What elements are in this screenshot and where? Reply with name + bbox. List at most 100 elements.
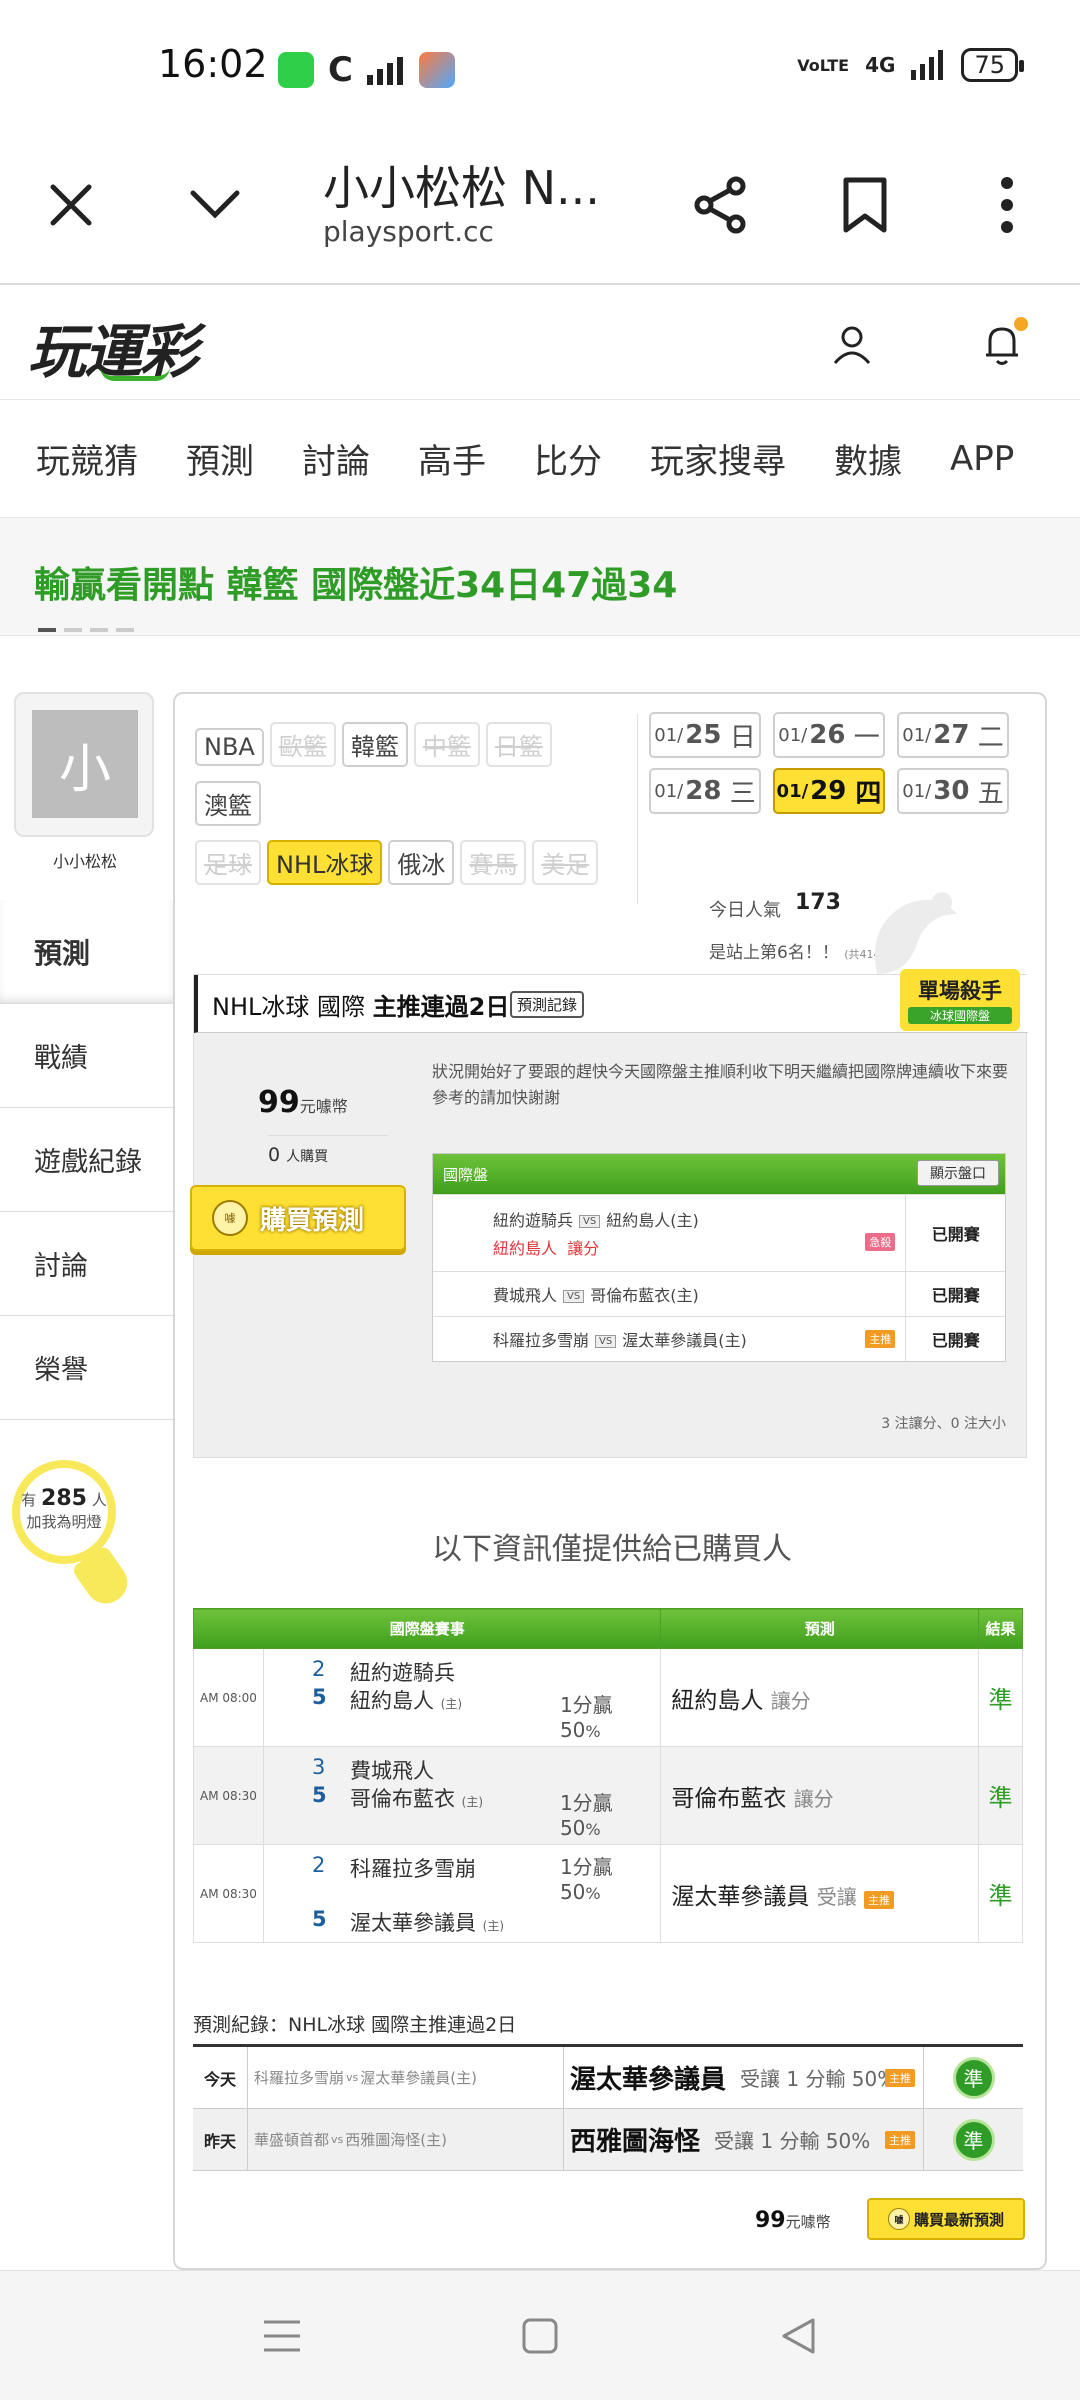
close-tab-button[interactable] <box>26 160 116 250</box>
home-square-icon <box>522 2318 558 2354</box>
notifications-button[interactable] <box>972 315 1032 375</box>
category-nhl[interactable]: NHL冰球 <box>267 840 383 885</box>
prediction-record-table: 今天 科羅拉多雪崩 vs 渥太華參議員(主) 渥太華參議員 受讓 1 分輸 50% 主推… <box>193 2044 1023 2171</box>
prediction-price: 99元噱幣 <box>258 1085 348 1120</box>
pick-cell: 渥太華參議員 受讓 主推 <box>660 1844 980 1943</box>
banner-dot[interactable] <box>64 628 82 632</box>
urgent-tag: 急殺 <box>865 1233 896 1251</box>
profile-card: 小 <box>14 692 154 837</box>
games-table-row: 紐約遊騎兵 VS 紐約島人(主) 紐約島人 讓分 急殺 已開賽 <box>433 1194 1005 1271</box>
nav-item-experts[interactable]: 高手 <box>370 434 486 483</box>
games-table-title: 國際盤 <box>443 1165 489 1184</box>
logo-swoosh <box>100 367 170 381</box>
date-0129-selected[interactable]: 01/29 四 <box>773 768 885 814</box>
game-status: 已開賽 <box>905 1195 1005 1271</box>
category-horse-racing: 賽馬 <box>460 840 527 885</box>
profile-banner: 輸贏看開點 韓籃 國際盤近34日47過34 <box>0 518 1080 636</box>
game-status: 已開賽 <box>905 1272 1005 1316</box>
browser-toolbar: 小小松松 N... playsport.cc <box>0 130 1080 285</box>
watermark-logo-icon <box>875 892 957 974</box>
single-game-killer-badge: 單場殺手 冰球國際盤 <box>900 969 1020 1031</box>
category-nba[interactable]: NBA <box>195 728 264 766</box>
category-filters: NBA 歐籃 韓籃 中籃 日籃 澳籃 足球 NHL冰球 俄冰 賽馬 美足 <box>195 722 635 899</box>
user-account-button[interactable] <box>822 315 882 375</box>
user-icon <box>833 326 871 365</box>
popularity-value: 173 <box>795 890 841 915</box>
back-button[interactable] <box>768 2311 828 2361</box>
follow-cta: 加我為明燈 <box>26 1513 102 1531</box>
menu-icon <box>264 2320 300 2352</box>
results-row: AM 08:00 2 紐約遊騎兵 5 紐約島人 (主) 1分贏 50% 紐約島人 … <box>193 1648 1023 1747</box>
nav-item-predict[interactable]: 預測 <box>138 434 254 483</box>
side-item-honors[interactable]: 榮譽 <box>0 1316 173 1420</box>
banner-pagination <box>38 628 134 632</box>
page-url[interactable]: playsport.cc <box>323 215 494 248</box>
results-header-pick: 預測 <box>660 1608 980 1649</box>
record-pick: 渥太華參議員 受讓 1 分輸 50% 主推 <box>563 2047 923 2108</box>
hit-badge: 準 <box>952 2118 995 2161</box>
side-item-predictions[interactable]: 預測 <box>0 900 173 1004</box>
nav-item-guess[interactable]: 玩競猜 <box>0 434 138 483</box>
system-nav-bar <box>0 2270 1080 2400</box>
signal-bars-icon <box>366 57 403 85</box>
date-0127[interactable]: 01/27 二 <box>897 712 1009 758</box>
nav-item-player-search[interactable]: 玩家搜尋 <box>602 434 786 483</box>
main-nav: 玩競猜 預測 討論 高手 比分 玩家搜尋 數據 APP <box>0 400 1080 518</box>
game-cell: 紐約遊騎兵 VS 紐約島人(主) 紐約島人 讓分 急殺 <box>433 1195 905 1271</box>
buy-prediction-button[interactable]: 噱 購買預測 <box>190 1185 406 1251</box>
banner-dot-active[interactable] <box>38 628 56 632</box>
game-status: 已開賽 <box>905 1317 1005 1361</box>
record-game: 科羅拉多雪崩 vs 渥太華參議員(主) <box>247 2047 563 2108</box>
more-vertical-icon <box>1001 177 1013 233</box>
nav-item-app[interactable]: APP <box>902 439 1014 479</box>
banner-dot[interactable] <box>90 628 108 632</box>
banner-dot[interactable] <box>116 628 134 632</box>
side-item-record[interactable]: 戰績 <box>0 1004 173 1108</box>
date-0126[interactable]: 01/26 一 <box>773 712 885 758</box>
prediction-record-button[interactable]: 預測記錄 <box>510 991 585 1018</box>
date-0128[interactable]: 01/28 三 <box>649 768 761 814</box>
bookmark-button[interactable] <box>820 160 910 250</box>
badge-subtitle: 冰球國際盤 <box>908 1007 1012 1024</box>
back-triangle-icon <box>782 2318 815 2354</box>
app-notification-icon <box>278 52 314 88</box>
share-button[interactable] <box>676 160 766 250</box>
date-0130[interactable]: 01/30 五 <box>897 768 1009 814</box>
bookmark-icon <box>843 177 887 233</box>
side-item-game-log[interactable]: 遊戲紀錄 <box>0 1108 173 1212</box>
avatar[interactable]: 小 <box>32 710 138 818</box>
banner-text: 輸贏看開點 韓籃 國際盤近34日47過34 <box>34 565 678 606</box>
category-china-basketball: 中籃 <box>413 722 480 767</box>
nav-item-stats[interactable]: 數據 <box>786 434 902 483</box>
record-row: 今天 科羅拉多雪崩 vs 渥太華參議員(主) 渥太華參議員 受讓 1 分輸 50% 主推… <box>193 2047 1023 2109</box>
record-day: 昨天 <box>203 2131 236 2151</box>
side-item-discuss[interactable]: 討論 <box>0 1212 173 1316</box>
recent-apps-button[interactable] <box>252 2311 312 2361</box>
home-button[interactable] <box>510 2311 570 2361</box>
category-korea-basketball[interactable]: 韓籃 <box>341 722 408 767</box>
collapse-button[interactable] <box>170 160 260 250</box>
buy-latest-label: 購買最新預測 <box>913 2210 1004 2229</box>
nav-item-scores[interactable]: 比分 <box>486 434 602 483</box>
follow-bulb-button[interactable]: 有 285 人 加我為明燈 <box>12 1460 116 1564</box>
prediction-analysis: 狀況開始好了要跟的趕快今天國際盤主推順利收下明天繼續把國際牌連續收下來要參考的請… <box>432 1062 1009 1107</box>
notification-dot <box>1014 317 1028 331</box>
buy-prediction-label: 購買預測 <box>260 1205 365 1236</box>
record-row: 昨天 華盛頓首都 vs 西雅圖海怪(主) 西雅圖海怪 受讓 1 分輸 50% 主推 準 <box>193 2109 1023 2171</box>
close-icon <box>50 184 92 226</box>
status-right: VoLTE 4G 75 <box>797 48 1024 82</box>
coin-icon: 噱 <box>212 1200 248 1236</box>
pick-cell: 哥倫布藍衣 讓分 <box>660 1746 980 1845</box>
date-0125[interactable]: 01/25 日 <box>649 712 761 758</box>
category-australia-basketball[interactable]: 澳籃 <box>195 781 261 826</box>
show-lines-button[interactable]: 顯示盤口 <box>917 1160 999 1186</box>
buy-latest-prediction-button[interactable]: 噱 購買最新預測 <box>867 2198 1025 2240</box>
category-russia-hockey[interactable]: 俄冰 <box>388 840 455 885</box>
record-pick: 西雅圖海怪 受讓 1 分輸 50% 主推 <box>563 2109 923 2170</box>
more-menu-button[interactable] <box>962 160 1052 250</box>
results-header-result: 結果 <box>978 1608 1023 1649</box>
nav-item-discuss[interactable]: 討論 <box>254 434 370 483</box>
fans-prefix: 有 <box>21 1491 37 1509</box>
results-table: 國際盤賽事 預測 結果 AM 08:00 2 紐約遊騎兵 5 紐約島人 (主) … <box>192 1608 1023 1943</box>
badge-title: 單場殺手 <box>918 979 1002 1003</box>
